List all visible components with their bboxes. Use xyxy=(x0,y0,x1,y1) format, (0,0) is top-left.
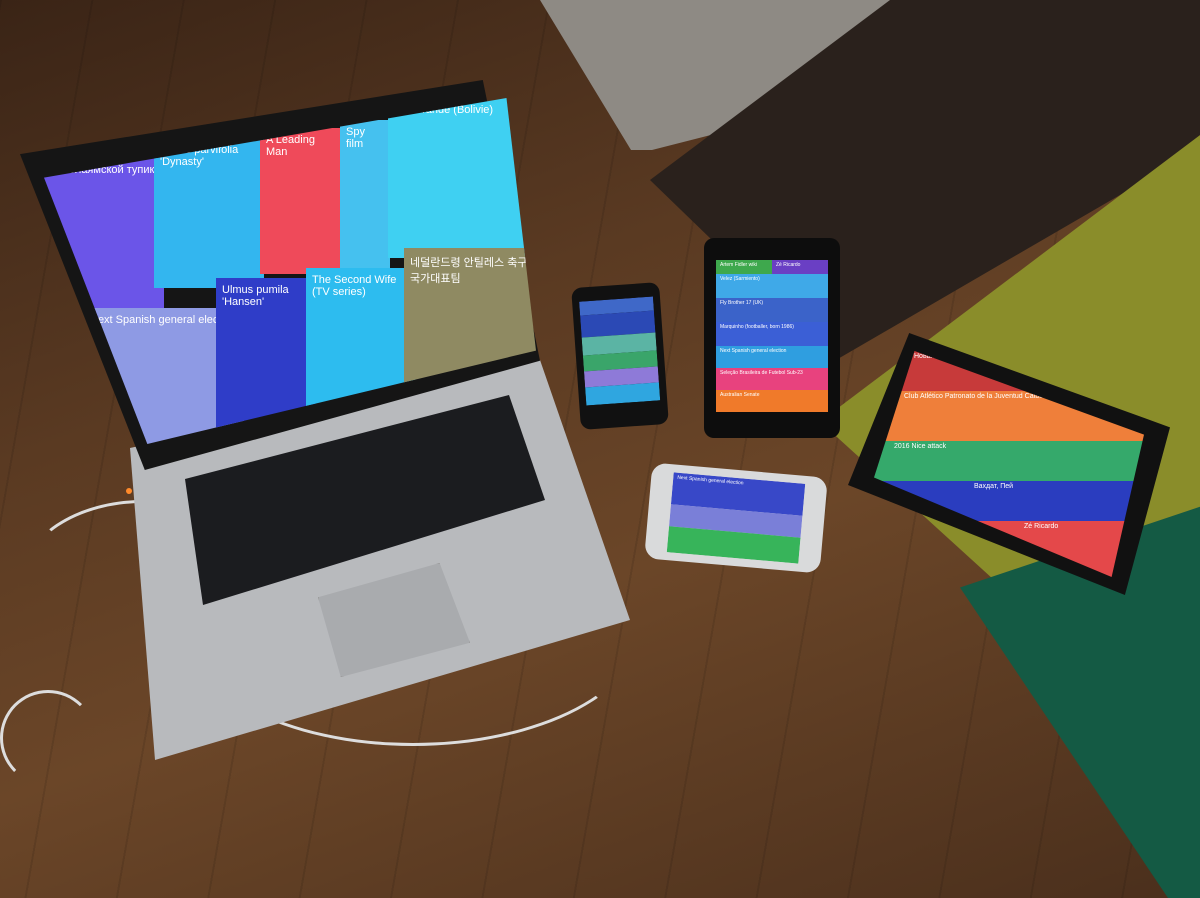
tablet-header: Artem Fidler wiki Zé Ricardo xyxy=(716,260,828,274)
small-tablet: Artem Fidler wiki Zé Ricardo Velez (Sarm… xyxy=(704,238,840,438)
tab-left[interactable]: Artem Fidler wiki xyxy=(716,260,772,274)
list-item[interactable]: Australian Senate xyxy=(716,390,828,412)
list-item[interactable]: Marquinho (footballer, born 1986) xyxy=(716,322,828,346)
iphone: Next Spanish general election xyxy=(644,462,828,574)
tile-title: Ulmus pumila 'Hansen' xyxy=(222,284,289,308)
small-tablet-screen: Artem Fidler wiki Zé Ricardo Velez (Sarm… xyxy=(716,260,828,430)
tab-right[interactable]: Zé Ricardo xyxy=(772,260,828,274)
laptop-tile: Spy film xyxy=(340,120,390,270)
tile-title: Spy film xyxy=(346,126,365,150)
tile-title: 네덜란드령 안틸레스 축구 국가대표팀 xyxy=(410,257,528,285)
charging-light xyxy=(126,488,132,494)
list-item[interactable]: Fly Brother 17 (UK) xyxy=(716,298,828,322)
usb-cable xyxy=(0,690,96,786)
laptop-tile: A Leading Man xyxy=(260,128,342,274)
list-item[interactable]: Seleção Brasileira de Futebol Sub-23 xyxy=(716,368,828,390)
android-phone-screen xyxy=(579,296,661,406)
tile-title: The Second Wife (TV series) xyxy=(312,274,397,298)
iphone-screen: Next Spanish general election xyxy=(666,472,806,564)
android-phone xyxy=(571,282,669,430)
tile-title: Next Spanish general election xyxy=(90,314,237,326)
list-item[interactable]: Next Spanish general election xyxy=(716,346,828,368)
list-item[interactable]: 2016 Nice attack xyxy=(874,441,1144,481)
list-item[interactable] xyxy=(585,382,661,406)
laptop-tile: Ulmus parvifolia 'Dynasty' xyxy=(154,138,264,288)
photo-scene: Николаямской тупик Ulmus parvifolia 'Dyn… xyxy=(0,0,1200,898)
list-item[interactable]: Velez (Sarmiento) xyxy=(716,274,828,298)
